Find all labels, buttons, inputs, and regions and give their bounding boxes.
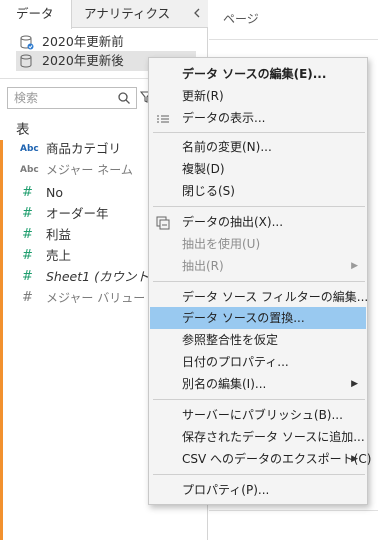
field-name: メジャー ネーム — [46, 163, 133, 177]
menu-item-label: データの表示... — [182, 111, 266, 125]
menu-item-refresh[interactable]: 更新(R) — [150, 85, 366, 107]
menu-item-close[interactable]: 閉じる(S) — [150, 180, 366, 202]
menu-item-label: 参照整合性を仮定 — [182, 333, 279, 347]
measure-hash-icon: # — [22, 185, 33, 200]
extract-icon — [156, 215, 170, 230]
menu-separator — [153, 399, 365, 400]
dimension-abc-icon: Abc — [20, 165, 39, 175]
field-name: オーダー年 — [46, 206, 109, 221]
menu-item-label: サーバーにパブリッシュ(B)... — [182, 408, 343, 422]
measure-hash-icon: # — [22, 206, 33, 221]
menu-separator — [153, 281, 365, 282]
divider — [209, 39, 378, 40]
database-icon — [20, 35, 34, 50]
measure-hash-icon: # — [22, 227, 33, 242]
menu-item-label: プロパティ(P)... — [182, 483, 270, 497]
menu-item-label: CSV へのデータのエクスポート(C) — [182, 452, 372, 466]
menu-item-label: 保存されたデータ ソースに追加... — [182, 430, 365, 444]
menu-item-label: 日付のプロパティ... — [182, 355, 289, 369]
menu-item-extract-data[interactable]: データの抽出(X)... — [150, 211, 366, 233]
field-name: メジャー バリュー — [46, 291, 146, 305]
menu-item-label: 複製(D) — [182, 162, 225, 176]
menu-item-rename[interactable]: 名前の変更(N)... — [150, 136, 366, 158]
menu-item-duplicate[interactable]: 複製(D) — [150, 158, 366, 180]
section-title: 表 — [16, 122, 30, 138]
measure-hash-icon: # — [22, 290, 33, 305]
menu-item-add-to-saved-datasources[interactable]: 保存されたデータ ソースに追加... — [150, 426, 366, 448]
dimension-abc-icon: Abc — [20, 144, 39, 154]
field-name: No — [46, 185, 63, 200]
accent-bar — [0, 140, 3, 540]
database-icon — [20, 54, 34, 69]
menu-item-use-extract: 抽出を使用(U) — [150, 233, 366, 255]
menu-item-label: データの抽出(X)... — [182, 215, 284, 229]
triangle-right-icon: ▶ — [351, 261, 358, 271]
datasource-label: 2020年更新前 — [42, 34, 124, 49]
menu-item-label: 閉じる(S) — [182, 184, 235, 198]
search-icon[interactable] — [117, 91, 131, 105]
measure-hash-icon: # — [22, 248, 33, 263]
menu-item-label: データ ソースの編集(E)... — [182, 67, 327, 81]
menu-item-label: 抽出を使用(U) — [182, 237, 261, 251]
menu-separator — [153, 206, 365, 207]
pages-label: ページ — [223, 12, 259, 26]
field-name: Sheet1 (カウント) — [46, 269, 154, 284]
menu-item-edit-aliases[interactable]: 別名の編集(I)... ▶ — [150, 373, 366, 395]
search-input[interactable] — [8, 88, 112, 108]
menu-item-edit-datasource[interactable]: データ ソースの編集(E)... — [150, 63, 366, 85]
menu-item-publish-to-server[interactable]: サーバーにパブリッシュ(B)... — [150, 404, 366, 426]
menu-item-view-data[interactable]: データの表示... — [150, 107, 366, 129]
field-name: 売上 — [46, 248, 72, 263]
datasource-item[interactable]: 2020年更新前 — [16, 32, 196, 52]
menu-item-label: 更新(R) — [182, 89, 224, 103]
menu-item-label: 抽出(R) — [182, 259, 224, 273]
menu-item-label: 別名の編集(I)... — [182, 377, 267, 391]
datasource-label: 2020年更新後 — [42, 53, 124, 68]
measure-hash-icon: # — [22, 269, 33, 284]
menu-item-replace-datasource[interactable]: データ ソースの置換... — [150, 307, 366, 329]
context-menu: データ ソースの編集(E)... 更新(R) データの表示... 名前の変更(N… — [148, 57, 371, 505]
search-field[interactable] — [7, 87, 137, 109]
divider — [209, 510, 378, 511]
menu-item-export-csv[interactable]: CSV へのデータのエクスポート(C) ▶ — [150, 448, 371, 470]
menu-item-label: データ ソース フィルターの編集... — [182, 290, 369, 304]
menu-separator — [153, 132, 365, 133]
chevron-left-icon[interactable] — [190, 6, 204, 20]
triangle-right-icon: ▶ — [351, 454, 358, 464]
tab-analytics[interactable]: アナリティクス — [84, 0, 170, 28]
triangle-right-icon: ▶ — [351, 379, 358, 389]
menu-item-properties[interactable]: プロパティ(P)... — [150, 479, 366, 501]
tab-data[interactable]: データ — [0, 0, 72, 29]
field-name: 利益 — [46, 227, 72, 242]
menu-item-edit-datasource-filter[interactable]: データ ソース フィルターの編集... — [150, 286, 369, 308]
menu-item-date-properties[interactable]: 日付のプロパティ... — [150, 351, 366, 373]
menu-item-extract-submenu: 抽出(R) ▶ — [150, 255, 366, 277]
menu-item-label: データ ソースの置換... — [182, 311, 305, 325]
menu-separator — [153, 474, 365, 475]
field-name: 商品カテゴリ — [46, 141, 122, 156]
pane-tab-bar: データ アナリティクス — [0, 0, 208, 29]
menu-item-label: 名前の変更(N)... — [182, 140, 272, 154]
menu-item-assume-referential-integrity[interactable]: 参照整合性を仮定 — [150, 329, 366, 351]
table-grid-icon — [156, 111, 170, 125]
